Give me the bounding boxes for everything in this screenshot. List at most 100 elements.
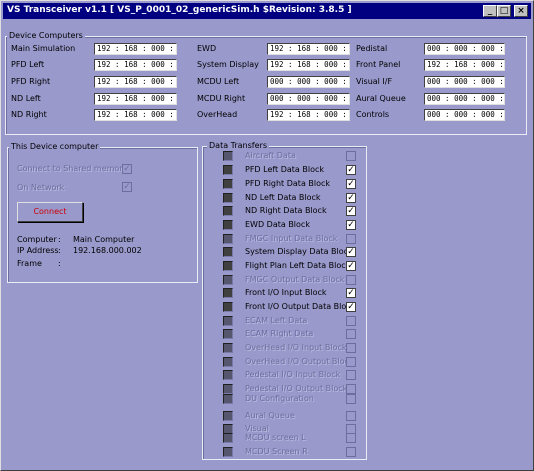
transfer-label-overhead-i-o-input-block: OverHead I/O Input Block [245,343,347,352]
device-ip-field-ewd[interactable]: 192 : 168 : 000 : 003 : [267,43,350,55]
check-mark-icon: ✓ [123,182,131,192]
data-transfers-title: Data Transfers [207,141,269,151]
transfer-label-system-display-data-block: System Display Data Block [245,247,353,256]
transfer-label-nd-left-data-block: ND Left Data Block [245,193,321,202]
transfer-checkbox-overhead-i-o-input-block[interactable] [346,343,356,353]
device-ip-field-mcdu-left[interactable]: 000 : 000 : 000 : 000 : [267,76,350,88]
status-led-nd-right-data-block [223,206,233,216]
device-computers-title: Device Computers [7,31,85,41]
transfer-label-mcdu-screen-r: MCDU Screen R [245,447,308,456]
device-label-front-panel: Front Panel [356,60,401,69]
device-label-pfd-right: PFD Right [11,77,51,86]
status-led-ewd-data-block [223,220,233,230]
device-label-visual-i-f: Visual I/F [356,77,393,86]
computer-value: Main Computer [73,235,135,244]
transfer-checkbox-aircraft-data[interactable] [346,151,356,161]
transfer-checkbox-overhead-i-o-output-block[interactable] [346,357,356,367]
transfer-checkbox-system-display-data-block[interactable]: ✓ [346,247,356,257]
device-ip-field-pedistal[interactable]: 000 : 000 : 000 : 000 : [424,43,505,55]
device-ip-field-visual-i-f[interactable]: 000 : 000 : 000 : 000 : [424,76,505,88]
device-ip-field-nd-left[interactable]: 192 : 168 : 000 : 003 : [94,93,177,105]
device-ip-field-pfd-left[interactable]: 192 : 168 : 000 : 003 : [94,59,177,71]
device-label-overhead: OverHead [197,110,238,119]
status-led-front-i-o-input-block [223,288,233,298]
check-mark-icon: ✓ [347,288,355,298]
status-led-ecam-left-data [223,316,233,326]
device-ip-field-mcdu-right[interactable]: 000 : 000 : 000 : 000 : [267,93,350,105]
minimize-button[interactable]: _ [483,5,497,17]
transfer-checkbox-pfd-left-data-block[interactable]: ✓ [346,165,356,175]
check-mark-icon: ✓ [347,193,355,203]
connect-shared-memory-checkbox[interactable]: ✓ [122,164,132,174]
maximize-button[interactable]: □ [497,5,511,17]
transfer-checkbox-aural-queue[interactable] [346,411,356,421]
status-led-pedestal-i-o-input-block [223,370,233,380]
connect-button[interactable]: Connect [17,202,83,222]
transfer-label-fmgc-input-data-block: FMGC Input Data Block [245,234,338,243]
device-ip-field-aural-queue[interactable]: 000 : 000 : 000 : 000 : [424,93,505,105]
status-led-fmgc-input-data-block [223,234,233,244]
transfer-checkbox-front-i-o-input-block[interactable]: ✓ [346,288,356,298]
device-ip-field-main-simulation[interactable]: 192 : 168 : 000 : 002 : [94,43,177,55]
status-led-aircraft-data [223,151,233,161]
transfer-checkbox-nd-right-data-block[interactable]: ✓ [346,206,356,216]
status-led-pfd-left-data-block [223,165,233,175]
check-mark-icon: ✓ [347,220,355,230]
transfer-checkbox-pedestal-i-o-output-block[interactable] [346,384,356,394]
transfer-label-ecam-left-data: ECAM Left Data [245,316,308,325]
transfer-label-mcdu-screen-l: MCDU screen L [245,433,306,442]
status-led-overhead-i-o-output-block [223,357,233,367]
frame-label: Frame [17,259,42,268]
status-led-mcdu-screen-r [223,447,233,457]
status-led-du-configuration [223,394,233,404]
transfer-checkbox-fmgc-output-data-block[interactable] [346,275,356,285]
transfer-checkbox-flight-plan-left-data-block[interactable]: ✓ [346,261,356,271]
transfer-checkbox-ewd-data-block[interactable]: ✓ [346,220,356,230]
title-bar[interactable]: VS Transceiver v1.1 [ VS_P_0001_02_gener… [3,3,531,19]
on-network-label: On Network [17,183,65,192]
on-network-checkbox[interactable]: ✓ [122,182,132,192]
transfer-label-ewd-data-block: EWD Data Block [245,220,310,229]
transfer-checkbox-ecam-left-data[interactable] [346,316,356,326]
transfer-label-aural-queue: Aural Queue [245,411,295,420]
close-button[interactable]: × [514,5,528,17]
device-label-system-display: System Display [197,60,259,69]
transfer-checkbox-fmgc-input-data-block[interactable] [346,234,356,244]
ip-address-label: IP Address [17,246,59,255]
transfer-label-pfd-right-data-block: PFD Right Data Block [245,179,331,188]
status-led-fmgc-output-data-block [223,275,233,285]
device-ip-field-controls[interactable]: 000 : 000 : 000 : 000 : [424,109,505,121]
transfer-label-du-configuration: DU Configuration [245,394,314,403]
device-ip-field-overhead[interactable]: 192 : 168 : 000 : 003 : [267,109,350,121]
computer-label: Computer [17,235,57,244]
device-ip-field-system-display[interactable]: 192 : 168 : 000 : 003 : [267,59,350,71]
status-led-pfd-right-data-block [223,179,233,189]
transfer-checkbox-front-i-o-output-data-block[interactable]: ✓ [346,302,356,312]
status-led-pedestal-i-o-output-block [223,384,233,394]
transfer-label-pedestal-i-o-output-block: Pedestal I/O Output Block [245,384,348,393]
status-led-nd-left-data-block [223,193,233,203]
check-mark-icon: ✓ [347,179,355,189]
device-ip-field-front-panel[interactable]: 192 : 168 : 000 : 003 : [424,59,505,71]
transfer-checkbox-ecam-right-data[interactable] [346,329,356,339]
transfer-label-overhead-i-o-output-block: OverHead I/O Output Block [245,357,354,366]
transfer-checkbox-mcdu-screen-r[interactable] [346,447,356,457]
status-led-ecam-right-data [223,329,233,339]
transfer-checkbox-pedestal-i-o-input-block[interactable] [346,370,356,380]
check-mark-icon: ✓ [347,247,355,257]
transfer-checkbox-mcdu-screen-l[interactable] [346,433,356,443]
transfer-label-ecam-right-data: ECAM Right Data [245,329,314,338]
transfer-checkbox-du-configuration[interactable] [346,394,356,404]
computer-separator: : [58,235,61,244]
frame-separator: : [58,259,61,268]
ip-address-value: 192.168.000.002 [73,246,142,255]
device-ip-field-nd-right[interactable]: 192 : 168 : 000 : 003 : [94,109,177,121]
check-mark-icon: ✓ [347,206,355,216]
check-mark-icon: ✓ [123,164,131,174]
transfer-label-pfd-left-data-block: PFD Left Data Block [245,165,325,174]
device-ip-field-pfd-right[interactable]: 192 : 168 : 000 : 003 : [94,76,177,88]
device-label-controls: Controls [356,110,390,119]
device-label-aural-queue: Aural Queue [356,94,406,103]
transfer-checkbox-pfd-right-data-block[interactable]: ✓ [346,179,356,189]
transfer-checkbox-nd-left-data-block[interactable]: ✓ [346,193,356,203]
